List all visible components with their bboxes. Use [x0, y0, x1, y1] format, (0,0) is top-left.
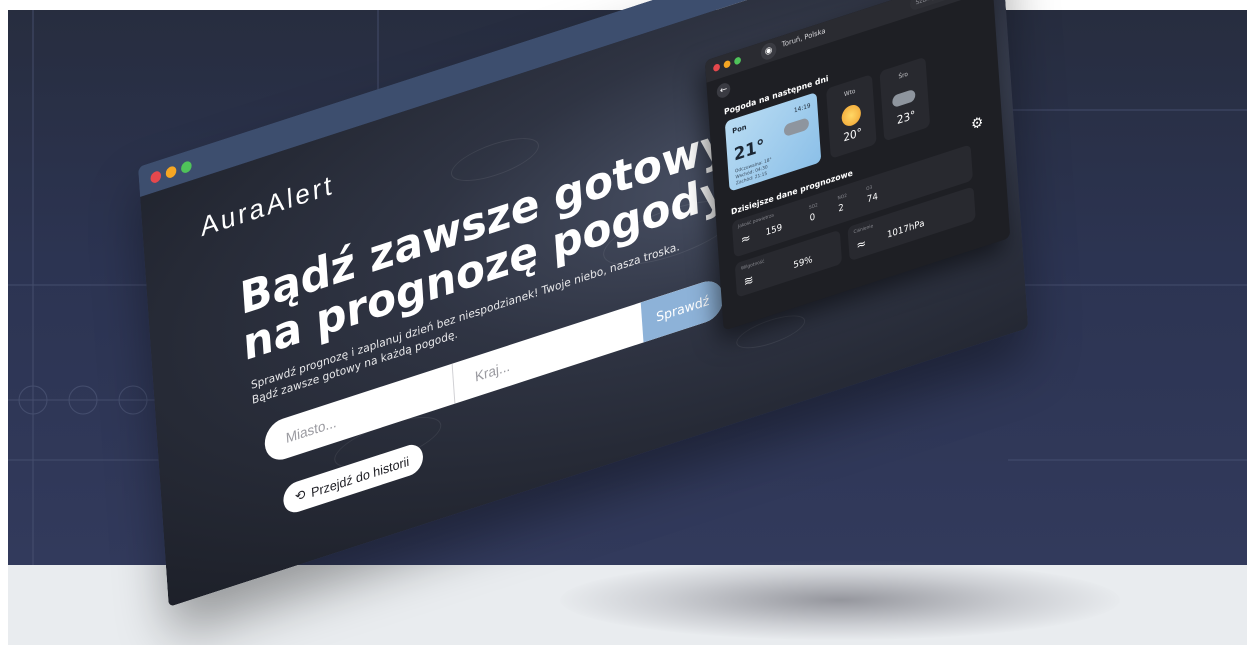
maximize-dot-icon — [180, 159, 192, 175]
history-button-label: Przejdź do historii — [310, 452, 410, 500]
pressure-label: Ciśnienie — [853, 223, 874, 236]
air-sublabel: SO2 — [808, 203, 818, 211]
hero-section: AuraAlert Bądź zawsze gotowy na prognozę… — [140, 0, 1029, 607]
wind-icon: ≈ — [740, 230, 751, 248]
browser-mockup: AuraAlert Bądź zawsze gotowy na prognozę… — [138, 0, 1029, 607]
air-value: 159 — [765, 222, 783, 239]
preview-location: Toruń, Polska — [781, 26, 826, 49]
preview-close-dot-icon — [712, 63, 721, 73]
pressure-icon: ≈ — [856, 235, 867, 253]
cloud-icon — [891, 88, 916, 109]
preview-minimize-dot-icon — [723, 59, 731, 69]
brand-logo: AuraAlert — [199, 169, 336, 243]
humidity-icon: ≋ — [743, 272, 754, 290]
gear-icon[interactable]: ⚙ — [971, 114, 984, 134]
pressure-value: 1017hPa — [886, 218, 925, 241]
day-card[interactable]: Śro 23° — [879, 56, 931, 142]
check-button[interactable]: Sprawdź — [640, 276, 725, 343]
humidity-value: 59% — [793, 254, 813, 272]
today-time: 14:19 — [793, 102, 811, 115]
air-sublabel: NO2 — [837, 193, 848, 202]
sun-icon — [841, 102, 862, 129]
minimize-dot-icon — [165, 164, 177, 180]
day-card-name: Wto — [843, 87, 856, 99]
history-icon: ⟲ — [294, 486, 306, 505]
today-day: Pon — [732, 122, 747, 136]
humidity-label: Wilgotność — [740, 259, 765, 272]
air-value: 0 — [809, 212, 816, 224]
close-dot-icon — [150, 169, 162, 185]
day-card[interactable]: Wto 20° — [825, 74, 877, 159]
preview-search-input[interactable]: Szukaj... — [909, 0, 974, 12]
preview-titlebar: ◉ Toruń, Polska Szukaj... — [704, 0, 993, 83]
location-pin-icon: ◉ — [760, 40, 777, 62]
air-value: 2 — [838, 202, 845, 215]
cloud-icon — [783, 117, 810, 138]
air-value: 74 — [866, 191, 879, 206]
day-card-name: Śro — [898, 70, 909, 81]
back-arrow-icon[interactable]: ← — [716, 81, 731, 100]
air-sublabel: O3 — [866, 185, 873, 193]
app-preview: ◉ Toruń, Polska Szukaj... ← Pogoda na na… — [704, 0, 1011, 331]
day-card-temp: 23° — [896, 108, 916, 128]
preview-maximize-dot-icon — [734, 56, 742, 66]
